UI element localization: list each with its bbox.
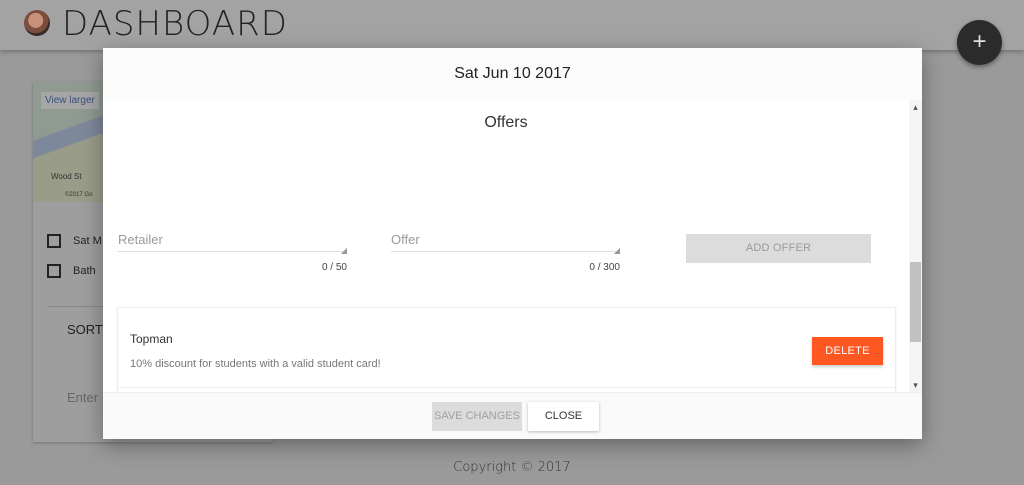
resize-grip-icon[interactable]: ◢ xyxy=(341,246,347,255)
offer-field[interactable]: Offer ◢ 0 / 300 xyxy=(391,232,620,273)
close-button[interactable]: CLOSE xyxy=(528,402,599,431)
map-copyright: ©2017 Go xyxy=(65,192,93,198)
retailer-input[interactable]: Retailer xyxy=(118,232,347,251)
scroll-down-icon[interactable]: ▾ xyxy=(909,378,922,392)
calendar-icon xyxy=(47,234,61,248)
dialog-title: Sat Jun 10 2017 xyxy=(103,48,922,100)
resize-grip-icon[interactable]: ◢ xyxy=(614,246,620,255)
building-icon xyxy=(47,264,61,278)
retailer-field[interactable]: Retailer ◢ 0 / 50 xyxy=(118,232,347,273)
dialog-body: Offers Retailer ◢ 0 / 50 Offer ◢ 0 / 300… xyxy=(103,100,909,392)
scrollbar-thumb[interactable] xyxy=(910,262,921,342)
map-thumbnail[interactable]: View larger Wood St ©2017 Go xyxy=(33,82,103,202)
sort-label[interactable]: SORT xyxy=(67,322,103,337)
view-larger-map-link[interactable]: View larger xyxy=(41,92,99,109)
app-title: DASHBOARD xyxy=(62,4,288,44)
offer-description: 10% discount for students with a valid s… xyxy=(130,358,381,370)
card-divider xyxy=(47,306,107,307)
offer-input[interactable]: Offer xyxy=(391,232,620,251)
avatar[interactable] xyxy=(24,10,50,36)
dialog-footer: SAVE CHANGES CLOSE xyxy=(103,392,922,439)
save-changes-button[interactable]: SAVE CHANGES xyxy=(432,402,522,431)
event-location-row: Bath xyxy=(47,264,96,278)
retailer-underline xyxy=(118,251,347,252)
map-street-label: Wood St xyxy=(51,172,82,181)
scroll-up-icon[interactable]: ▴ xyxy=(909,100,922,114)
footer-copyright: Copyright © 2017 xyxy=(453,460,571,475)
card-input-placeholder[interactable]: Enter xyxy=(67,390,98,405)
offer-list: Topman 10% discount for students with a … xyxy=(117,307,896,392)
offers-section-title: Offers xyxy=(484,114,528,131)
retailer-char-counter: 0 / 50 xyxy=(321,262,347,273)
offer-underline xyxy=(391,251,620,252)
add-offer-button[interactable]: ADD OFFER xyxy=(686,234,871,263)
dialog-scrollbar[interactable]: ▴ ▾ xyxy=(909,100,922,392)
delete-offer-button[interactable]: DELETE xyxy=(812,337,883,365)
add-fab-button[interactable]: + xyxy=(957,20,1002,65)
event-date-row: Sat M xyxy=(47,234,102,248)
offers-dialog: Sat Jun 10 2017 Offers Retailer ◢ 0 / 50… xyxy=(103,48,922,439)
list-item: Topman 10% discount for students with a … xyxy=(118,308,895,388)
offer-char-counter: 0 / 300 xyxy=(589,262,620,273)
offer-retailer: Topman xyxy=(130,332,173,346)
app-bar: DASHBOARD xyxy=(0,0,1024,50)
